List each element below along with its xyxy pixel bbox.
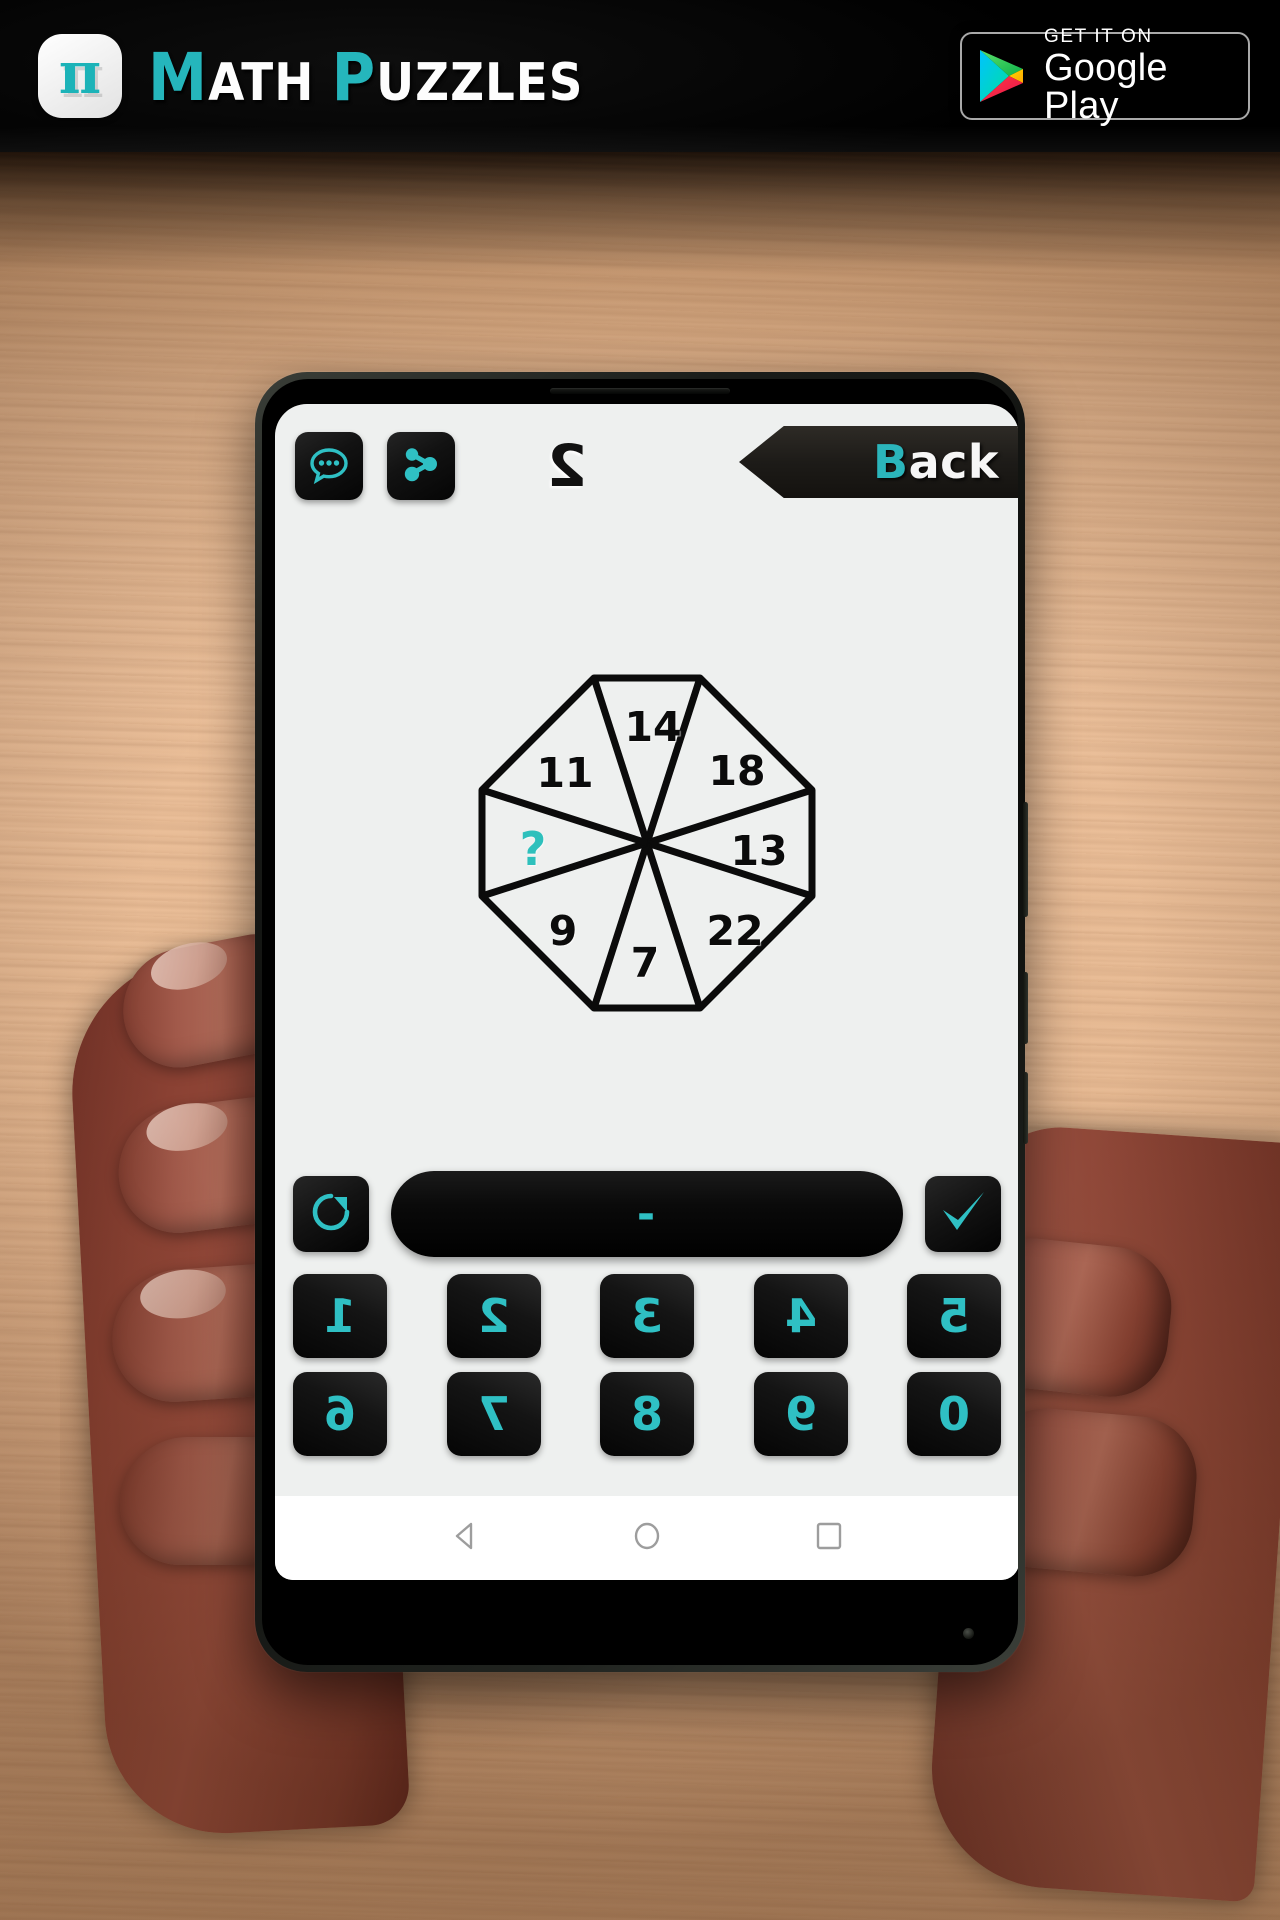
submit-button[interactable]: [925, 1176, 1001, 1252]
promo-title-part: M: [148, 39, 209, 116]
android-navbar: [275, 1496, 1018, 1580]
pi-icon: π: [58, 39, 102, 107]
octagon-sector-value: 9: [548, 907, 578, 955]
share-nodes-icon: [399, 442, 443, 491]
octagon-puzzle[interactable]: 14 18 13 22 7 9 ? 11: [467, 663, 827, 1023]
keypad-row: 6 7 8 9 0: [293, 1372, 1001, 1456]
octagon-sector-value: 14: [624, 703, 682, 751]
back-label-rest: ack: [908, 435, 999, 489]
reset-button[interactable]: [293, 1176, 369, 1252]
octagon-sector-value: 13: [730, 827, 788, 875]
octagon-sector-value: 18: [708, 747, 766, 795]
bottom-sensor: [963, 1628, 974, 1639]
volume-button[interactable]: [1023, 802, 1028, 917]
numeric-keypad: 1 2 3 4 5 6 7 8 9 0: [275, 1274, 1018, 1496]
app-topbar: 2 Back: [275, 404, 1018, 524]
android-home-circle-icon[interactable]: [630, 1519, 664, 1558]
phone-device: 2 Back 14 18 13 22 7 9 ? 11 - 1 2 3 4 5 …: [255, 372, 1028, 1672]
key-6[interactable]: 6: [293, 1372, 387, 1456]
assistant-button[interactable]: [1023, 1072, 1028, 1144]
power-button[interactable]: [1023, 972, 1028, 1044]
puzzle-area: 14 18 13 22 7 9 ? 11: [275, 524, 1018, 1162]
key-3[interactable]: 3: [600, 1274, 694, 1358]
earpiece-speaker: [550, 388, 730, 394]
promo-title: MATH PUZZLES: [148, 36, 583, 125]
octagon-sector-value: 22: [706, 907, 764, 955]
key-7[interactable]: 7: [446, 1372, 541, 1456]
share-button[interactable]: [387, 432, 455, 500]
promo-title-part: P: [331, 39, 377, 116]
key-2[interactable]: 2: [446, 1274, 541, 1358]
promo-title-part: UZZLES: [376, 53, 584, 113]
back-label-initial: B: [873, 435, 909, 489]
promo-header: π MATH PUZZLES GET IT ON Google Play: [0, 0, 1280, 152]
chat-bubble-icon: [307, 442, 351, 491]
phone-bezel: 2 Back 14 18 13 22 7 9 ? 11 - 1 2 3 4 5 …: [262, 379, 1018, 1665]
google-play-triangle-icon: [976, 47, 1028, 105]
key-8[interactable]: 8: [600, 1372, 694, 1456]
android-back-triangle-icon[interactable]: [448, 1519, 482, 1558]
key-5[interactable]: 5: [907, 1274, 1001, 1358]
answer-row: -: [293, 1162, 1001, 1266]
badge-small-label: GET IT ON: [1044, 26, 1153, 47]
key-1[interactable]: 1: [293, 1274, 387, 1358]
keypad-row: 1 2 3 4 5: [293, 1274, 1001, 1358]
octagon-sector-value: 11: [536, 749, 594, 797]
octagon-unknown-value: ?: [519, 822, 547, 876]
photo-scene: 2 Back 14 18 13 22 7 9 ? 11 - 1 2 3 4 5 …: [0, 152, 1280, 1920]
app-icon: π: [38, 34, 122, 118]
app-screen: 2 Back 14 18 13 22 7 9 ? 11 - 1 2 3 4 5 …: [275, 404, 1018, 1580]
octagon-sector-value: 7: [630, 939, 660, 987]
level-number: 2: [546, 432, 588, 500]
check-mark-icon: [937, 1186, 989, 1243]
google-play-badge[interactable]: GET IT ON Google Play: [960, 27, 1250, 125]
android-recents-square-icon[interactable]: [812, 1519, 846, 1558]
promo-title-part: ATH: [208, 53, 315, 113]
key-4[interactable]: 4: [753, 1274, 848, 1358]
key-0[interactable]: 0: [907, 1372, 1001, 1456]
answer-input[interactable]: -: [391, 1171, 903, 1257]
badge-big-label: Google Play: [1044, 47, 1168, 127]
chat-button[interactable]: [295, 432, 363, 500]
refresh-clockwise-icon: [306, 1187, 356, 1242]
key-9[interactable]: 9: [753, 1372, 848, 1456]
back-button[interactable]: Back: [739, 426, 1018, 498]
